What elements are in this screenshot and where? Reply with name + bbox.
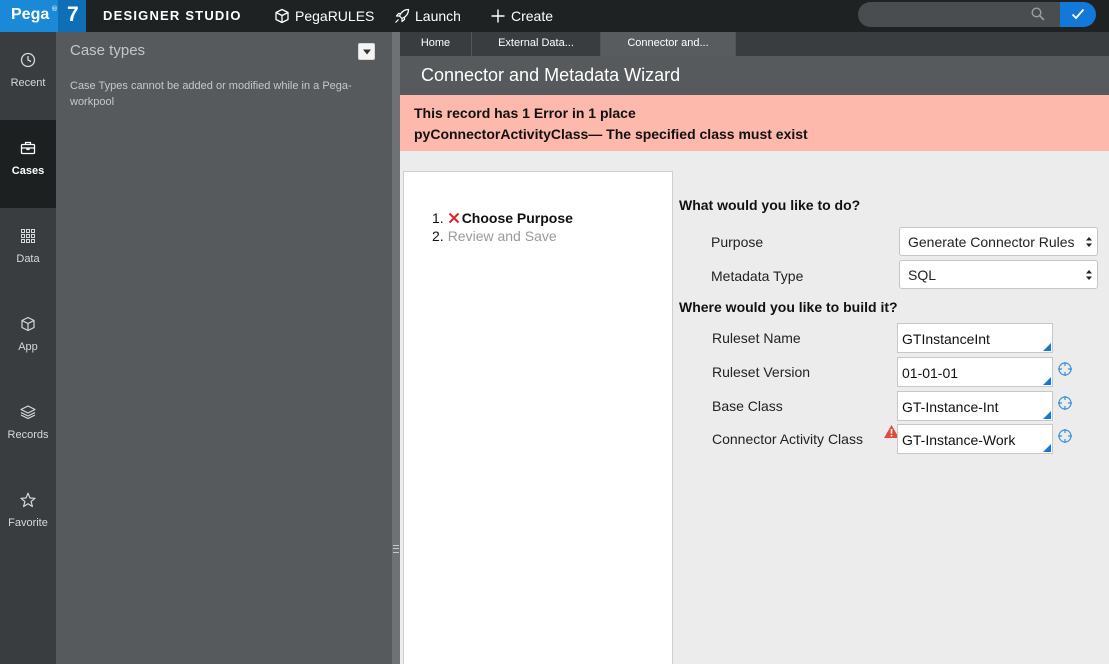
connector-activity-class-field[interactable]: GT-Instance-Work [897, 424, 1053, 454]
step-choose-purpose[interactable]: 1. Choose Purpose [432, 210, 573, 226]
check-icon [1071, 8, 1085, 20]
purpose-label: Purpose [711, 234, 764, 250]
ruleset-name-field[interactable]: GTInstanceInt [897, 323, 1053, 353]
base-class-label: Base Class [712, 398, 783, 414]
left-nav-cases-label: Cases [11, 165, 45, 177]
star-icon [20, 492, 36, 508]
plus-icon [491, 9, 505, 23]
triangle-down-icon [363, 49, 371, 55]
panel-splitter[interactable] [392, 32, 400, 664]
tab-connector-wizard[interactable]: Connector and... [601, 32, 736, 56]
splitter-grip-icon[interactable] [393, 545, 399, 553]
tab-bar: Home External Data... Connector and... [400, 32, 1109, 56]
case-types-note: Case Types cannot be added or modified w… [70, 80, 352, 108]
cube-icon [21, 316, 35, 332]
left-nav-cases[interactable]: Cases [0, 120, 56, 208]
wizard-body: 1. Choose Purpose 2. Review and Save What … [400, 151, 1109, 664]
step-label: Choose Purpose [461, 210, 573, 226]
crosshair-icon[interactable] [1057, 361, 1073, 377]
error-banner: This record has 1 Error in 1 place pyCon… [400, 95, 1109, 151]
ruleset-name-value: GTInstanceInt [902, 331, 990, 347]
left-nav-app[interactable]: App [0, 296, 56, 384]
left-nav-records-label: Records [7, 429, 49, 441]
base-class-value: GT-Instance-Int [902, 399, 999, 415]
left-nav-favorite-label: Favorite [8, 517, 48, 529]
brand-version: 7 [67, 3, 79, 26]
error-x-icon [448, 212, 459, 224]
connector-activity-class-label: Connector Activity Class [712, 431, 863, 447]
tab-home[interactable]: Home [400, 32, 472, 56]
case-types-menu-button[interactable] [358, 43, 375, 60]
ruleset-name-label: Ruleset Name [712, 330, 801, 346]
case-types-panel: Case types Case Types cannot be added or… [56, 32, 392, 664]
purpose-select[interactable]: Generate Connector Rules [899, 227, 1098, 256]
wizard-header: Connector and Metadata Wizard [400, 56, 1109, 95]
left-nav-records[interactable]: Records [0, 384, 56, 472]
nav-pegarules-label: PegaRULES [295, 8, 375, 24]
grid-icon [21, 229, 35, 243]
studio-name: DESIGNER STUDIO [103, 8, 242, 23]
step-label: Review and Save [447, 228, 557, 244]
brand-pega-block: Pega [0, 0, 58, 32]
brand-name: Pega [11, 6, 50, 23]
briefcase-icon [20, 141, 36, 155]
ruleset-version-field[interactable]: 01-01-01 [897, 357, 1053, 387]
search-icon[interactable] [1031, 7, 1045, 21]
pega-logo[interactable]: Pega ® 7 [0, 0, 86, 32]
nav-create[interactable]: Create [490, 5, 553, 27]
section-heading-what: What would you like to do? [679, 197, 861, 213]
left-nav-recent-label: Recent [10, 77, 46, 89]
autocomplete-corner-icon [1043, 444, 1051, 452]
brand-registered-mark: ® [51, 5, 58, 13]
nav-pegarules[interactable]: PegaRULES [274, 5, 374, 27]
metadata-type-select-value: SQL [908, 267, 937, 283]
error-summary: This record has 1 Error in 1 place [414, 105, 636, 121]
clock-icon [20, 52, 36, 68]
left-nav-data-label: Data [16, 253, 40, 265]
ruleset-version-value: 01-01-01 [902, 365, 959, 381]
metadata-type-label: Metadata Type [711, 268, 804, 284]
error-detail: pyConnectorActivityClass— The specified … [414, 126, 808, 142]
section-heading-where: Where would you like to build it? [679, 299, 898, 315]
metadata-type-select[interactable]: SQL [899, 260, 1098, 289]
left-nav-app-label: App [18, 341, 38, 353]
layers-icon [20, 405, 36, 420]
crosshair-icon[interactable] [1057, 428, 1073, 444]
nav-launch-label: Launch [415, 8, 461, 24]
autocomplete-corner-icon [1043, 377, 1051, 385]
steps-panel: 1. Choose Purpose 2. Review and Save [403, 171, 673, 664]
step-number: 2. [432, 228, 444, 244]
select-arrows-icon [1086, 270, 1092, 280]
ruleset-version-label: Ruleset Version [712, 364, 811, 380]
crosshair-icon[interactable] [1057, 395, 1073, 411]
purpose-select-value: Generate Connector Rules [908, 234, 1075, 250]
rocket-icon [395, 8, 410, 23]
autocomplete-corner-icon [1043, 411, 1051, 419]
select-arrows-icon [1086, 237, 1092, 247]
left-nav: Recent Cases Data App Records Favorite [0, 32, 56, 664]
top-bar: Pega ® 7 DESIGNER STUDIO PegaRULES Launc… [0, 0, 1109, 32]
autocomplete-corner-icon [1043, 343, 1051, 351]
step-number: 1. [432, 210, 444, 226]
base-class-field[interactable]: GT-Instance-Int [897, 391, 1053, 421]
connector-activity-class-value: GT-Instance-Work [902, 432, 1016, 448]
case-types-title: Case types [70, 42, 146, 59]
left-nav-favorite[interactable]: Favorite [0, 472, 56, 560]
nav-create-label: Create [511, 8, 554, 24]
brand-version-block: 7 [58, 0, 86, 32]
tab-external-data[interactable]: External Data... [472, 32, 601, 56]
search-submit-button[interactable] [1060, 2, 1096, 27]
left-nav-recent[interactable]: Recent [0, 32, 56, 120]
left-nav-data[interactable]: Data [0, 208, 56, 296]
page-title: Connector and Metadata Wizard [421, 65, 681, 85]
cube-icon [275, 8, 289, 24]
nav-launch[interactable]: Launch [394, 5, 461, 27]
step-review-and-save: 2. Review and Save [432, 228, 557, 244]
